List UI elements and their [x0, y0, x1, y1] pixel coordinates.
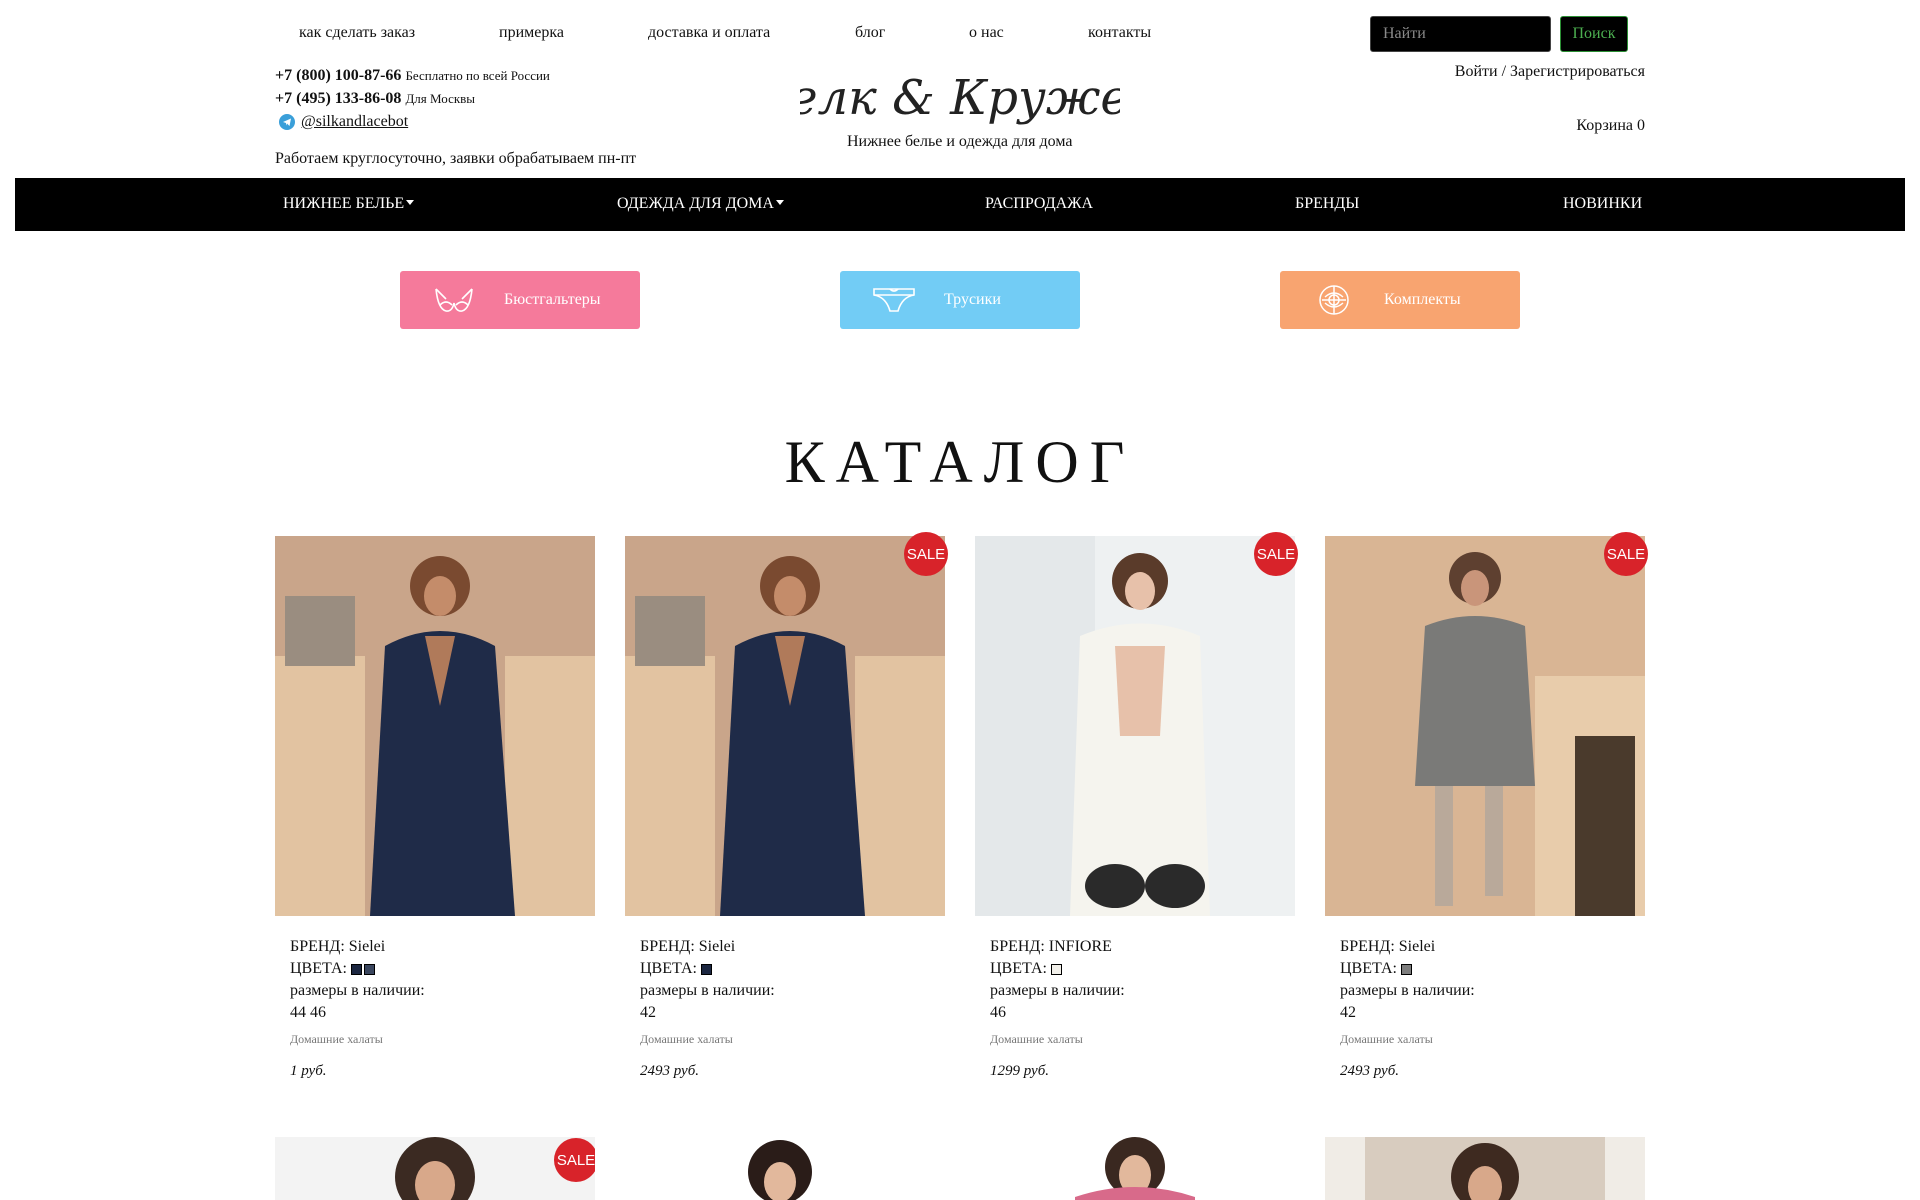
- category-menu: НИЖНЕЕ БЕЛЬЕ ОДЕЖДА ДЛЯ ДОМА РАСПРОДАЖА …: [15, 178, 1905, 231]
- svg-text:SALE: SALE: [1257, 546, 1295, 563]
- product-price: 2493 руб.: [640, 1063, 700, 1079]
- product-sizes: 44 46: [290, 1004, 326, 1021]
- site-tagline: Нижнее белье и одежда для дома: [847, 133, 1073, 150]
- product-card[interactable]: SALE БРЕНД: INFIORE ЦВЕТА: размеры в нал…: [975, 532, 1298, 1082]
- product-image[interactable]: [625, 536, 945, 916]
- search-input[interactable]: Найти: [1370, 16, 1551, 52]
- quick-panties-label: Трусики: [944, 291, 1001, 308]
- login-register-link[interactable]: Войти / Зарегистрироваться: [1455, 63, 1645, 81]
- product-price: 1299 руб.: [990, 1063, 1050, 1079]
- product-type: Домашние халаты: [990, 1032, 1083, 1046]
- sale-badge: SALE: [1253, 531, 1299, 577]
- product-sizes: 46: [990, 1004, 1006, 1021]
- colors-label: ЦВЕТА:: [640, 960, 697, 977]
- svg-text:SALE: SALE: [907, 546, 945, 563]
- colors-label: ЦВЕТА:: [1340, 960, 1397, 977]
- nav-link-delivery[interactable]: доставка и оплата: [648, 24, 770, 42]
- brand-label: БРЕНД:: [640, 938, 695, 955]
- panties-icon: [864, 280, 924, 320]
- brand-label: БРЕНД:: [1340, 938, 1395, 955]
- product-image[interactable]: [1325, 536, 1645, 916]
- menu-homewear[interactable]: ОДЕЖДА ДЛЯ ДОМА: [617, 195, 784, 213]
- search-button[interactable]: Поиск: [1560, 16, 1628, 52]
- quick-sets-button[interactable]: Комплекты: [1280, 271, 1520, 329]
- product-price: 1 руб.: [290, 1063, 327, 1079]
- quick-sets-label: Комплекты: [1384, 291, 1461, 308]
- phone-free-note: Бесплатно по всей России: [405, 68, 550, 83]
- nav-link-how-to-order[interactable]: как сделать заказ: [299, 24, 415, 42]
- cart-link[interactable]: Корзина 0: [1576, 117, 1645, 135]
- menu-sale[interactable]: РАСПРОДАЖА: [985, 195, 1093, 213]
- quick-panties-button[interactable]: Трусики: [840, 271, 1080, 329]
- color-swatch[interactable]: [350, 963, 362, 975]
- sizes-label: размеры в наличии:: [640, 982, 775, 999]
- color-swatch[interactable]: [1050, 963, 1062, 975]
- brand-label: БРЕНД:: [290, 938, 345, 955]
- product-brand: INFIORE: [1048, 938, 1112, 955]
- product-sizes: 42: [1340, 1004, 1356, 1021]
- quick-bras-label: Бюстгальтеры: [504, 291, 601, 308]
- product-card[interactable]: SALE БРЕНД: Sielei ЦВЕТА: размеры в нали…: [1325, 532, 1648, 1082]
- product-type: Домашние халаты: [1340, 1032, 1433, 1046]
- color-swatch[interactable]: [363, 963, 375, 975]
- colors-label: ЦВЕТА:: [290, 960, 347, 977]
- colors-label: ЦВЕТА:: [990, 960, 1047, 977]
- product-brand: Sielei: [1398, 938, 1436, 955]
- color-swatch[interactable]: [700, 963, 712, 975]
- phone-moscow[interactable]: +7 (495) 133-86-08: [275, 90, 401, 107]
- sizes-label: размеры в наличии:: [1340, 982, 1475, 999]
- sale-badge: SALE: [1603, 531, 1649, 577]
- product-image[interactable]: SALE: [275, 1137, 595, 1200]
- sizes-label: размеры в наличии:: [290, 982, 425, 999]
- nav-link-about[interactable]: о нас: [969, 24, 1004, 42]
- product-brand: Sielei: [348, 938, 386, 955]
- sale-badge: SALE: [903, 531, 949, 577]
- chevron-down-icon: [775, 200, 784, 206]
- menu-new[interactable]: НОВИНКИ: [1563, 195, 1642, 213]
- menu-lingerie[interactable]: НИЖНЕЕ БЕЛЬЕ: [283, 195, 415, 213]
- product-price: 2493 руб.: [1340, 1063, 1400, 1079]
- product-image[interactable]: [625, 1137, 945, 1200]
- nav-link-fitting[interactable]: примерка: [499, 24, 564, 42]
- svg-text:SALE: SALE: [557, 1152, 595, 1169]
- sale-badge: SALE: [553, 1137, 595, 1183]
- color-swatch[interactable]: [1400, 963, 1412, 975]
- product-brand: Sielei: [698, 938, 736, 955]
- sizes-label: размеры в наличии:: [990, 982, 1125, 999]
- product-image[interactable]: [1325, 1137, 1645, 1200]
- product-type: Домашние халаты: [640, 1032, 733, 1046]
- site-logo[interactable]: Шелк & Кружево: [733, 56, 1185, 136]
- phone-free[interactable]: +7 (800) 100-87-66: [275, 67, 401, 84]
- catalog-title: КАТАЛОГ: [784, 429, 1136, 495]
- nav-link-blog[interactable]: блог: [855, 24, 885, 42]
- telegram-link[interactable]: @silkandlacebot: [301, 110, 408, 133]
- quick-bras-button[interactable]: Бюстгальтеры: [400, 271, 640, 329]
- product-type: Домашние халаты: [290, 1032, 383, 1046]
- contact-info: +7 (800) 100-87-66 Бесплатно по всей Рос…: [275, 64, 550, 133]
- bra-icon: [424, 280, 484, 320]
- product-card[interactable]: SALE БРЕНД: Sielei ЦВЕТА: размеры в нали…: [625, 532, 948, 1082]
- product-image[interactable]: [975, 1137, 1295, 1200]
- telegram-icon: [279, 113, 295, 130]
- working-hours: Работаем круглосуточно, заявки обрабатыв…: [275, 150, 637, 167]
- svg-text:SALE: SALE: [1607, 546, 1645, 563]
- brand-label: БРЕНД:: [990, 938, 1045, 955]
- phone-moscow-note: Для Москвы: [405, 91, 476, 106]
- nav-link-contacts[interactable]: контакты: [1088, 24, 1151, 42]
- lingerie-set-icon: [1304, 280, 1364, 320]
- logo-text: Шелк & Кружево: [800, 70, 1120, 126]
- product-card[interactable]: БРЕНД: Sielei ЦВЕТА: размеры в наличии: …: [275, 536, 595, 1082]
- menu-brands[interactable]: БРЕНДЫ: [1295, 195, 1359, 213]
- product-image[interactable]: [975, 536, 1295, 916]
- product-sizes: 42: [640, 1004, 656, 1021]
- chevron-down-icon: [406, 200, 415, 206]
- product-image[interactable]: [275, 536, 595, 916]
